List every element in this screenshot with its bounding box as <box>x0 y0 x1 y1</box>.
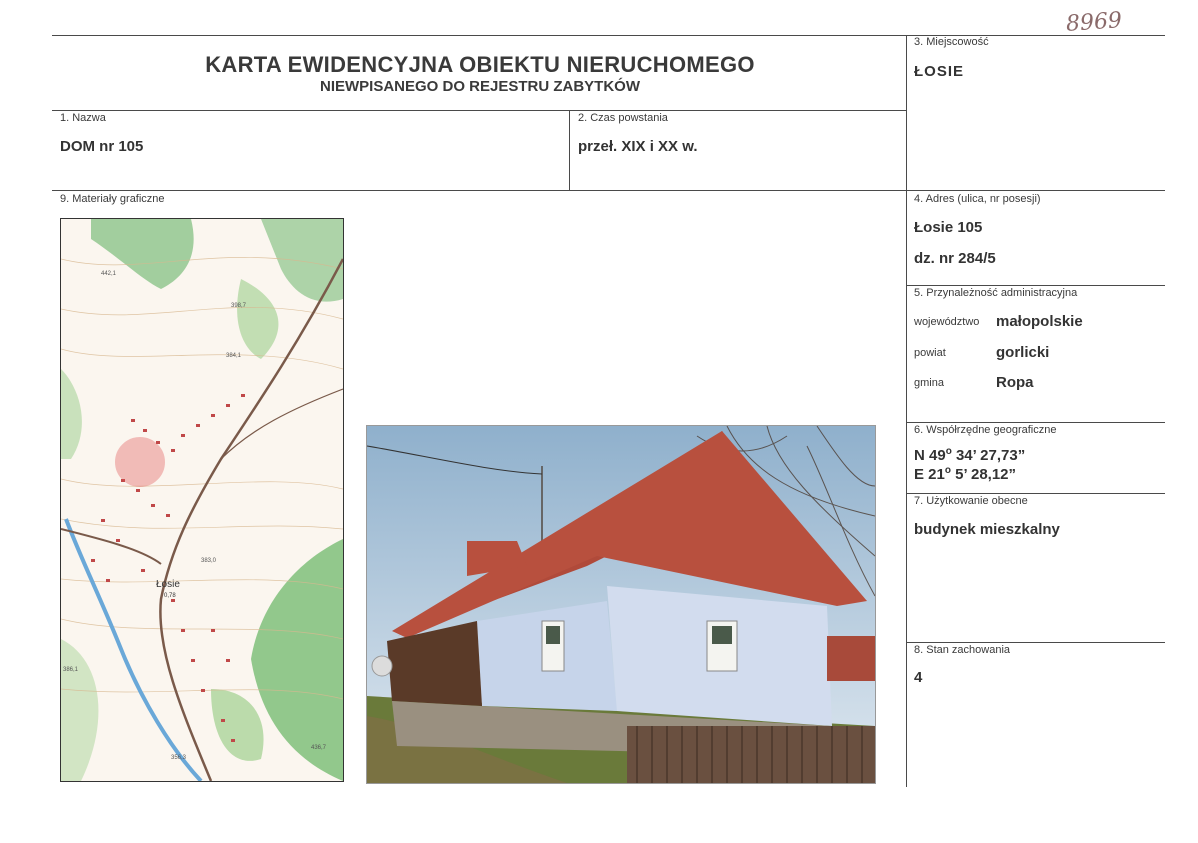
time-value: przeł. XIX i XX w. <box>578 138 698 155</box>
commune-value: Ropa <box>996 374 1034 391</box>
map-height-4: 383,0 <box>201 558 217 564</box>
topographic-map: 442,1 398,7 384,1 383,0 386,1 436,7 356,… <box>61 219 343 781</box>
coord-east-prefix: E 21 <box>914 466 945 483</box>
rule-row1 <box>52 110 907 111</box>
condition-value: 4 <box>914 669 923 686</box>
top-rule <box>52 35 1165 36</box>
coord-north-prefix: N 49 <box>914 447 946 464</box>
document-title: KARTA EWIDENCYJNA OBIEKTU NIERUCHOMEGO <box>205 52 755 77</box>
house-illustration <box>367 426 875 783</box>
rule-name-time <box>569 110 570 190</box>
map-height-3: 384,1 <box>226 353 242 359</box>
rule-right-column <box>906 35 907 787</box>
usage-label: 7. Użytkowanie obecne <box>914 495 1028 507</box>
location-map: 442,1 398,7 384,1 383,0 386,1 436,7 356,… <box>60 218 344 782</box>
address-line2: dz. nr 284/5 <box>914 250 996 267</box>
rule-usage <box>907 493 1165 494</box>
name-value: DOM nr 105 <box>60 138 144 155</box>
voivodeship-label: województwo <box>914 316 980 328</box>
handwritten-number: 8969 <box>1065 8 1123 37</box>
time-label: 2. Czas powstania <box>578 112 668 124</box>
locality-value: ŁOSIE <box>914 63 965 80</box>
map-height-7: 356,3 <box>171 755 187 761</box>
coord-east: E 21o 5’ 28,12” <box>914 465 1016 483</box>
address-label: 4. Adres (ulica, nr posesji) <box>914 193 1041 205</box>
county-value: gorlicki <box>996 344 1050 361</box>
coords-label: 6. Współrzędne geograficzne <box>914 424 1057 436</box>
map-place-sub: 0,78 <box>164 593 176 599</box>
condition-label: 8. Stan zachowania <box>914 644 1011 656</box>
coord-east-rest: 5’ 28,12” <box>950 466 1017 483</box>
building-photo <box>366 425 876 784</box>
document-subtitle: NIEWPISANEGO DO REJESTRU ZABYTKÓW <box>319 78 641 95</box>
map-height-2: 398,7 <box>231 303 247 309</box>
name-label: 1. Nazwa <box>60 112 106 124</box>
address-line1: Łosie 105 <box>914 219 983 236</box>
rule-admin <box>907 285 1165 286</box>
admin-label: 5. Przynależność administracyjna <box>914 287 1078 299</box>
map-height-5: 386,1 <box>63 667 79 673</box>
coord-north-rest: 34’ 27,73” <box>951 447 1026 464</box>
rule-coords <box>907 422 1165 423</box>
coord-north: N 49o 34’ 27,73” <box>914 446 1025 464</box>
rule-row2 <box>52 190 1165 191</box>
county-label: powiat <box>914 347 946 359</box>
map-height-6: 436,7 <box>311 745 327 751</box>
graphics-label: 9. Materiały graficzne <box>60 193 165 205</box>
usage-value: budynek mieszkalny <box>914 521 1060 538</box>
map-place-label: Łosie <box>156 579 180 590</box>
voivodeship-value: małopolskie <box>996 313 1083 330</box>
commune-label: gmina <box>914 377 944 389</box>
map-height-1: 442,1 <box>101 271 117 277</box>
locality-label: 3. Miejscowość <box>914 36 989 48</box>
rule-condition <box>907 642 1165 643</box>
